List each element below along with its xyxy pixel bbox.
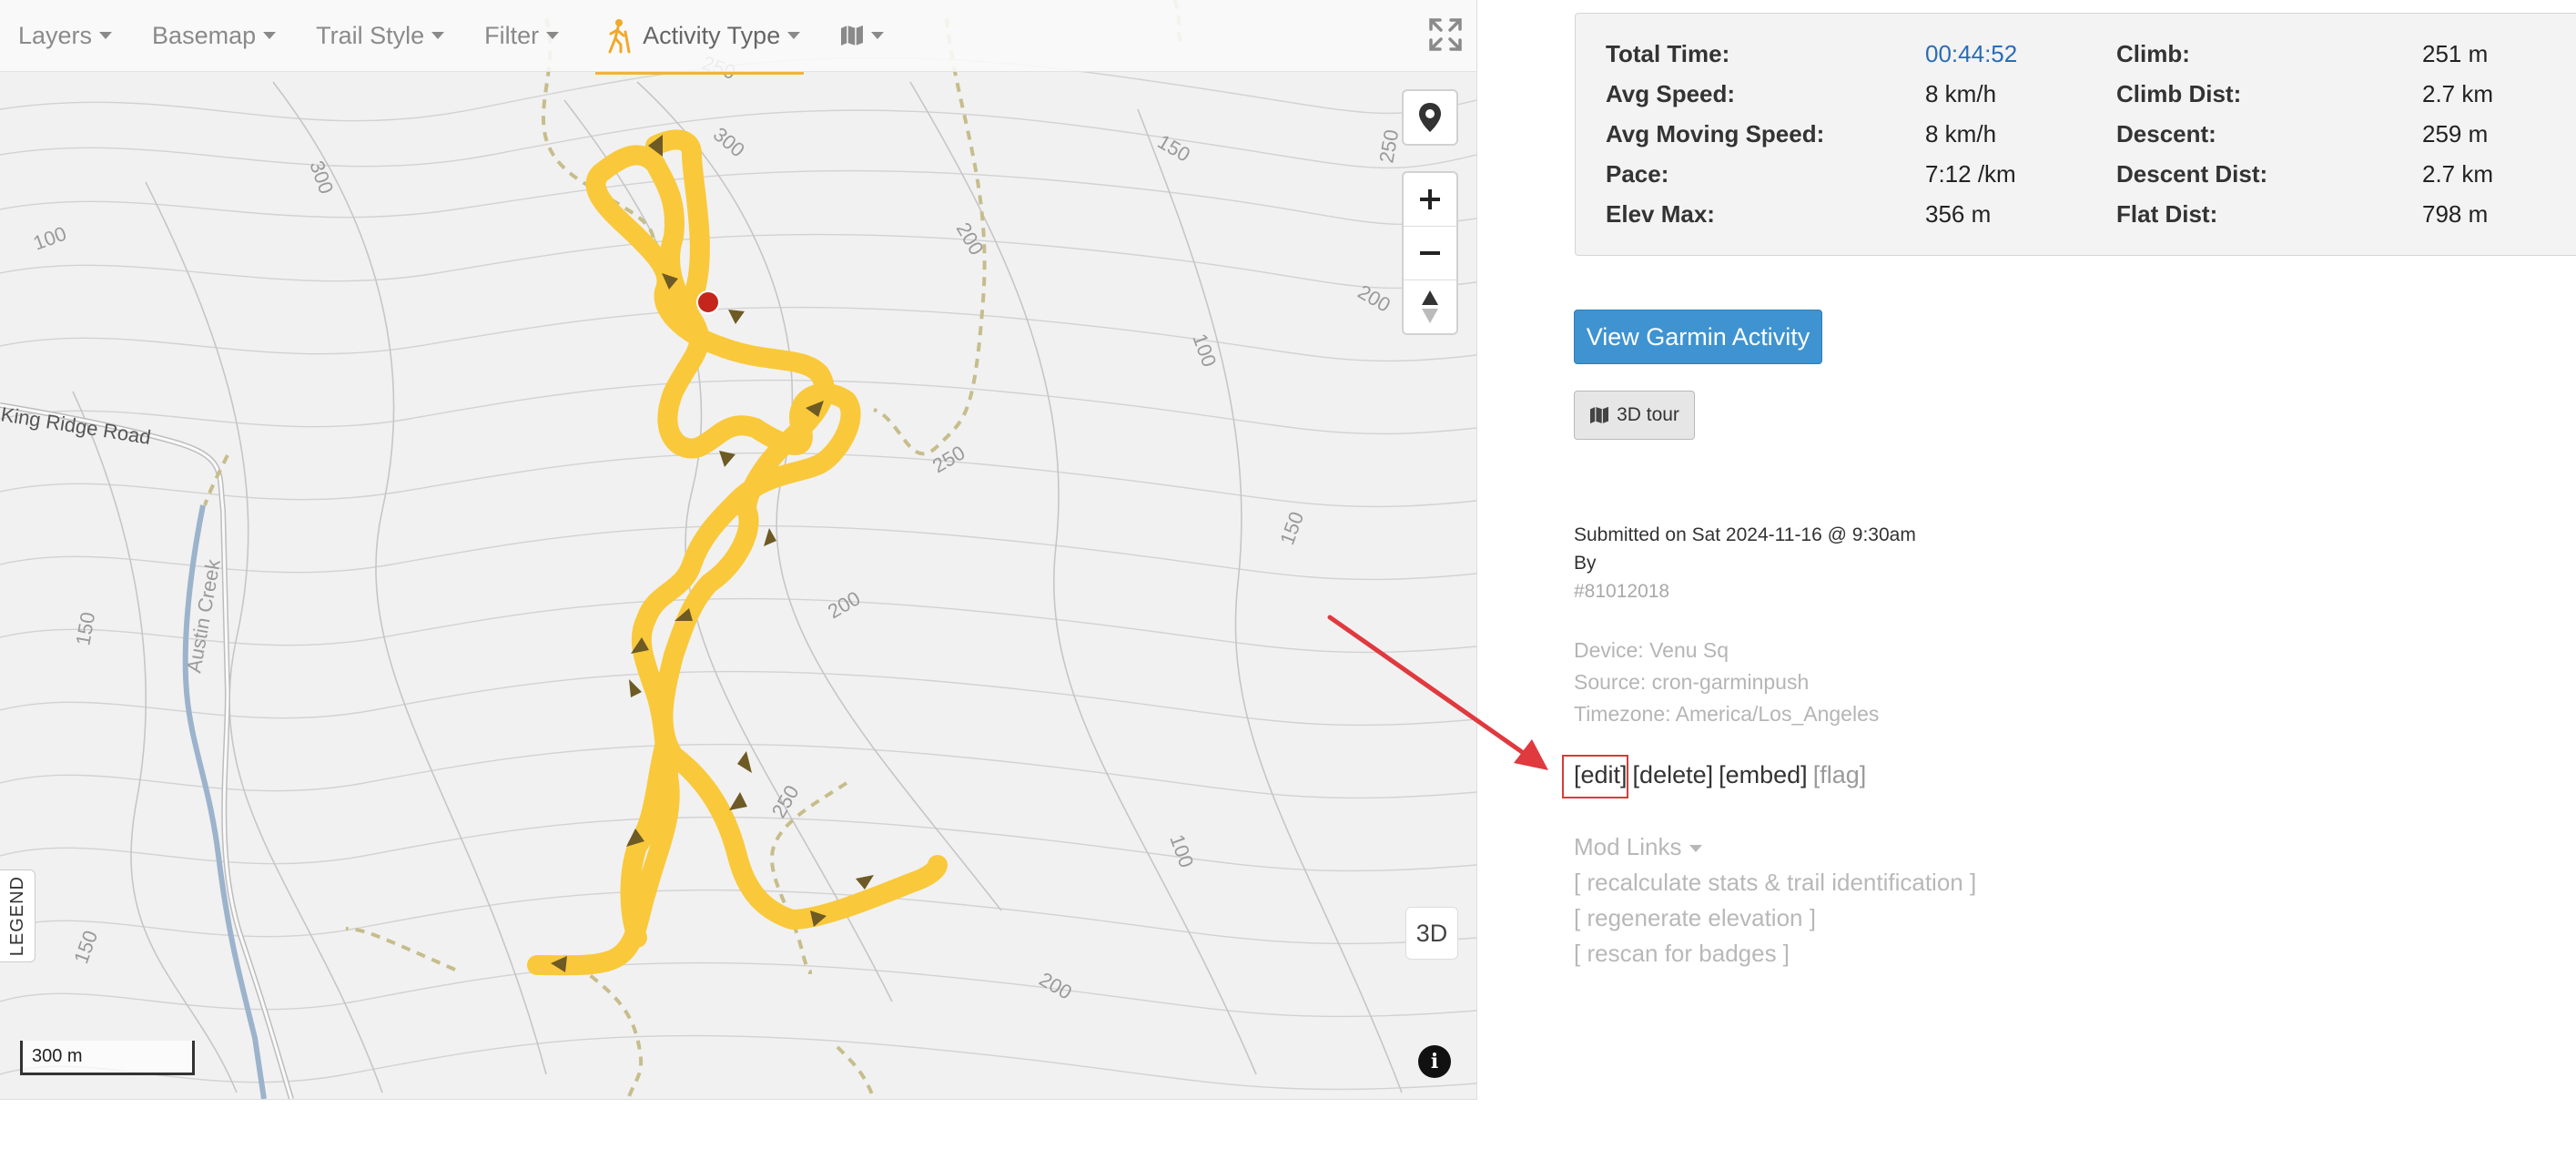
fullscreen-icon[interactable] [1427, 16, 1464, 53]
3d-tour-button[interactable]: 3D tour [1574, 391, 1695, 440]
mod-links-dropdown[interactable]: Mod Links [1574, 833, 1702, 861]
minus-icon [1420, 251, 1440, 255]
legend-label: LEGEND [6, 875, 27, 957]
3d-tour-label: 3D tour [1617, 404, 1679, 425]
folded-map-icon [841, 25, 864, 46]
regenerate-elevation-link[interactable]: [ regenerate elevation ] [1574, 904, 1816, 932]
elev-max-value: 356 m [1925, 200, 1992, 228]
avg-speed-value: 8 km/h [1925, 80, 1997, 107]
activity-actions: [edit] [delete] [embed] [flag] [1574, 761, 1871, 789]
total-time-value: 00:44:52 [1925, 40, 2018, 67]
climb-dist-value: 2.7 km [2422, 80, 2494, 107]
locate-button[interactable] [1402, 89, 1458, 146]
contour-label: 200 [1354, 280, 1394, 317]
activity-type-dropdown[interactable]: Activity Type [595, 17, 805, 75]
caret-down-icon [263, 32, 277, 39]
source-info: Source: cron-garminpush [1574, 670, 1810, 694]
rescan-badges-link[interactable]: [ rescan for badges ] [1574, 940, 1790, 968]
activity-type-label: Activity Type [643, 21, 781, 49]
contour-label: 250 [1374, 127, 1403, 165]
contour-label: 250 [767, 781, 804, 821]
caret-down-icon [546, 32, 560, 39]
map-3d-button[interactable]: 3D [1405, 907, 1458, 960]
reset-north-button[interactable] [1404, 280, 1456, 333]
trail-map[interactable]: King Ridge Road Austin Creek 300 300 250… [0, 0, 1477, 1100]
device-info: Device: Venu Sq [1574, 638, 1729, 662]
layers-dropdown[interactable]: Layers [18, 21, 113, 50]
road-label: King Ridge Road [0, 402, 152, 449]
timezone-info: Timezone: America/Los_Angeles [1574, 702, 1880, 726]
climb-value: 251 m [2422, 40, 2489, 67]
contour-label: 200 [1036, 968, 1076, 1004]
flat-dist-value: 798 m [2422, 200, 2489, 228]
total-time-label: Total Time: [1606, 40, 1730, 67]
descent-value: 259 m [2422, 120, 2489, 147]
contour-label: 100 [30, 222, 69, 255]
plus-icon [1420, 189, 1440, 209]
descent-dist-value: 2.7 km [2422, 160, 2494, 188]
layers-label: Layers [18, 21, 93, 49]
descent-label: Descent: [2116, 120, 2216, 147]
caret-down-icon [1689, 845, 1702, 853]
zoom-controls [1402, 171, 1458, 335]
compass-icon [1422, 290, 1438, 323]
mod-links-label: Mod Links [1574, 833, 1682, 860]
recalculate-stats-link[interactable]: [ recalculate stats & trail identificati… [1574, 869, 1976, 897]
scale-bar: 300 m [20, 1041, 195, 1075]
pace-label: Pace: [1606, 160, 1669, 188]
filter-dropdown[interactable]: Filter [484, 21, 560, 50]
trail-style-label: Trail Style [316, 21, 425, 49]
caret-down-icon [787, 32, 801, 39]
zoom-in-button[interactable] [1404, 173, 1456, 227]
edit-link[interactable]: [edit] [1574, 761, 1628, 788]
activity-stats: Total Time: 00:44:52 Avg Speed: 8 km/h A… [1575, 13, 2576, 256]
pace-value: 7:12 /km [1925, 160, 2016, 188]
climb-dist-label: Climb Dist: [2116, 80, 2242, 107]
submitted-by: By [1574, 553, 1597, 574]
contour-label: 150 [71, 610, 99, 647]
avg-moving-speed-label: Avg Moving Speed: [1606, 120, 1825, 147]
flat-dist-label: Flat Dist: [2116, 200, 2218, 228]
descent-dist-label: Descent Dist: [2116, 160, 2268, 188]
delete-link[interactable]: [delete] [1633, 761, 1714, 788]
folded-map-icon [1590, 406, 1609, 424]
elev-max-label: Elev Max: [1606, 200, 1715, 228]
contour-label: 150 [69, 928, 102, 967]
basemap-label: Basemap [152, 21, 257, 49]
avg-speed-label: Avg Speed: [1606, 80, 1736, 107]
map-view-dropdown[interactable] [840, 25, 885, 46]
annotation-arrow-icon [1327, 615, 1548, 770]
contour-label: 250 [928, 441, 969, 477]
basemap-dropdown[interactable]: Basemap [152, 21, 277, 50]
contour-label: 200 [824, 586, 864, 623]
hiker-icon [608, 19, 631, 54]
avg-moving-speed-value: 8 km/h [1925, 120, 1997, 147]
climb-label: Climb: [2116, 40, 2190, 67]
submitted-date: Submitted on Sat 2024-11-16 @ 9:30am [1574, 524, 1916, 545]
legend-toggle[interactable]: LEGEND [0, 869, 35, 962]
caret-down-icon [871, 32, 885, 39]
caret-down-icon [99, 32, 113, 39]
flag-link[interactable]: [flag] [1813, 761, 1867, 788]
contour-label: 150 [1275, 509, 1308, 548]
caret-down-icon [431, 32, 445, 39]
filter-label: Filter [484, 21, 540, 49]
map-toolbar: Layers Basemap Trail Style Filter Activi… [0, 0, 1476, 75]
view-garmin-activity-button[interactable]: View Garmin Activity [1574, 310, 1822, 364]
contour-label: 150 [1154, 130, 1194, 167]
zoom-out-button[interactable] [1404, 227, 1456, 280]
contour-label: 100 [1165, 831, 1198, 870]
contour-label: 300 [305, 158, 338, 197]
location-pin-icon [1419, 103, 1441, 132]
terrain-layer: King Ridge Road Austin Creek 300 300 250… [0, 0, 1476, 1099]
info-icon[interactable]: i [1418, 1045, 1451, 1078]
trail-style-dropdown[interactable]: Trail Style [316, 21, 445, 50]
contour-label: 300 [709, 123, 749, 162]
embed-link[interactable]: [embed] [1719, 761, 1808, 788]
activity-id[interactable]: #81012018 [1574, 581, 1669, 603]
